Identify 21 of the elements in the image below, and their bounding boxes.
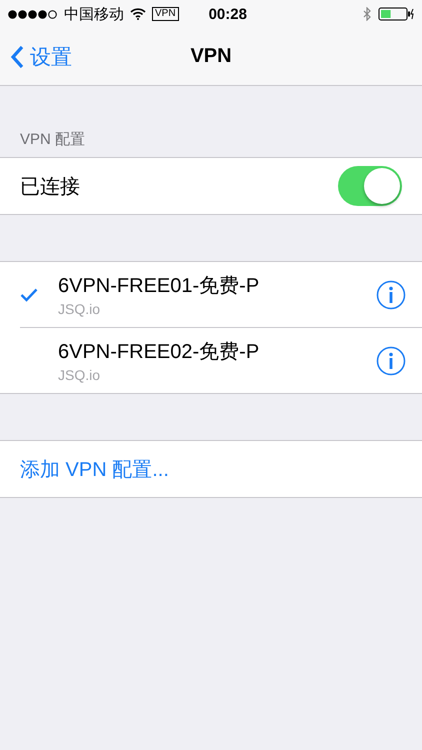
- add-vpn-link[interactable]: 添加 VPN 配置...: [0, 441, 422, 497]
- back-label[interactable]: 设置: [30, 42, 72, 70]
- bluetooth-icon: [363, 7, 372, 21]
- wifi-icon: [130, 8, 146, 20]
- config-name[interactable]: 6VPN-FREE01-免费-P: [58, 272, 376, 299]
- back-chevron-icon: [10, 44, 24, 68]
- vpn-toggle[interactable]: [338, 166, 402, 206]
- carrier-name: 中国移动: [64, 4, 124, 24]
- vpn-badge: VPN: [152, 7, 179, 21]
- config-server: JSQ.io: [58, 367, 102, 383]
- section-header: VPN 配置: [19, 130, 86, 150]
- signal-icon: [8, 10, 58, 18]
- clock: 00:28: [208, 6, 247, 22]
- config-name[interactable]: 6VPN-FREE02-免费-P: [58, 338, 376, 365]
- info-button[interactable]: [376, 280, 406, 310]
- back-button[interactable]: 设置: [0, 42, 72, 70]
- page-title: VPN: [190, 45, 232, 68]
- battery-icon: [378, 7, 414, 21]
- info-button[interactable]: [376, 346, 406, 376]
- status-label: 已连接: [20, 174, 81, 200]
- config-server: JSQ.io: [58, 301, 102, 317]
